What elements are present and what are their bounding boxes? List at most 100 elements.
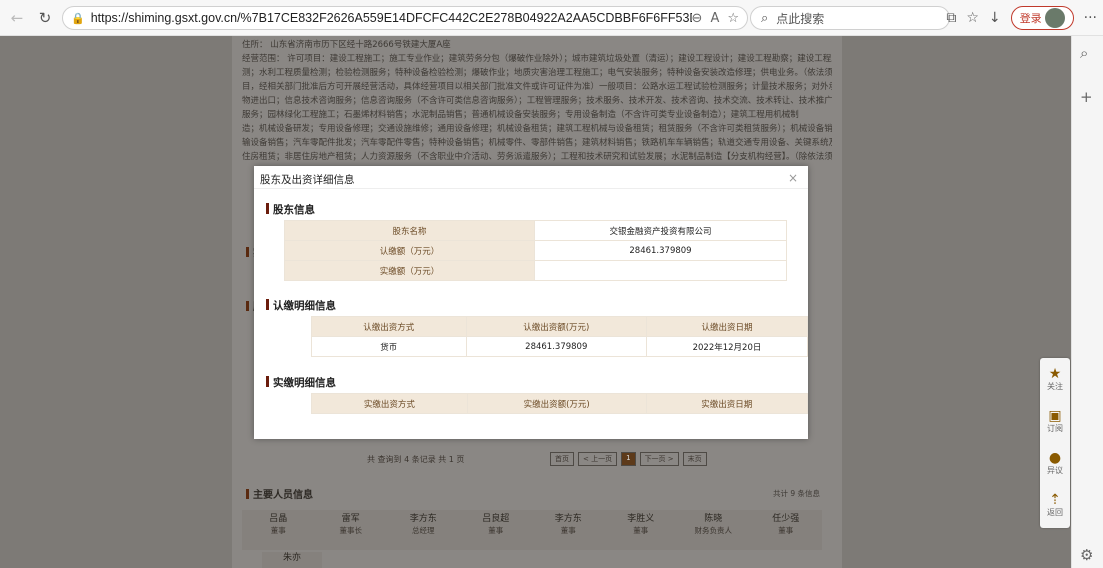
add-icon[interactable]: + <box>1080 88 1093 106</box>
dialog-title: 股东及出资详细信息 <box>260 174 355 186</box>
subscribed-detail-table: 认缴出资方式 认缴出资额(万元) 认缴出资日期 货币 28461.379809 … <box>311 316 809 357</box>
person-card[interactable]: 任少强 董事 <box>750 510 823 550</box>
subscribed-label: 认缴额（万元） <box>284 240 535 261</box>
objection-button[interactable]: ● 异议 <box>1040 442 1070 484</box>
scope-line: 造；机械设备研发；专用设备修理；交通设施维修；通用设备修理；机械设备租赁；建筑工… <box>242 124 832 134</box>
person-name: 陈晓 <box>704 514 723 524</box>
person-name: 李方东 <box>409 514 437 524</box>
back-arrow-icon[interactable]: ← <box>6 7 28 29</box>
page-1-button[interactable]: 1 <box>621 452 636 466</box>
search-icon: ⌕ <box>761 10 769 26</box>
floating-action-rail: ★ 关注 ▣ 订阅 ● 异议 ⇡ 返回 <box>1040 358 1070 528</box>
table-header-row: 认缴出资方式 认缴出资额(万元) 认缴出资日期 <box>311 316 809 337</box>
person-role: 董事 <box>633 526 649 535</box>
next-page-button[interactable]: 下一页 > <box>639 452 679 466</box>
column-header: 认缴出资额(万元) <box>465 316 647 337</box>
back-top-label: 返回 <box>1047 507 1063 517</box>
person-card[interactable]: 李方东 董事 <box>532 510 605 550</box>
favorite-star-icon[interactable]: ☆ <box>727 11 739 26</box>
person-role: 董事 <box>270 526 286 535</box>
scope-line: 服务；园林绿化工程施工；石墨烯材料销售；水泥制品销售；普通机械设备安装服务；专用… <box>242 110 799 120</box>
subscribe-label: 订阅 <box>1047 423 1063 433</box>
search-input[interactable]: ⌕ 点此搜索 <box>750 6 950 30</box>
person-name: 吕良超 <box>482 514 510 524</box>
table-cell: 2022年12月20日 <box>645 336 809 357</box>
read-aloud-icon[interactable]: A <box>710 11 719 26</box>
table-header-row: 实缴出资方式 实缴出资额(万元) 实缴出资日期 <box>311 393 808 414</box>
person-name: 朱亦 <box>282 553 301 563</box>
person-role: 财务负责人 <box>694 526 733 535</box>
shareholder-table: 股东名称 交银金融资产投资有限公司 认缴额（万元） 28461.379809 实… <box>284 220 787 281</box>
person-card[interactable]: 吕晶 董事 <box>242 510 315 550</box>
zoom-icon[interactable]: ⊖ <box>692 11 703 26</box>
column-header: 认缴出资日期 <box>645 316 809 337</box>
first-page-button[interactable]: 首页 <box>550 452 574 466</box>
extensions-icon[interactable]: ⧉ <box>946 10 956 26</box>
scope-line: 经营范围： 许可项目：建设工程施工；施工专业作业；建筑劳务分包（爆破作业除外）；… <box>242 54 832 64</box>
address-bar[interactable]: 🔒 https://shiming.gsxt.gov.cn/%7B17CE832… <box>62 6 748 30</box>
close-icon[interactable]: × <box>788 171 798 185</box>
subscribed-value: 28461.379809 <box>534 240 787 261</box>
follow-button[interactable]: ★ 关注 <box>1040 358 1070 400</box>
pager-text: 共 查询到 4 条记录 共 1 页 <box>367 455 465 464</box>
people-section-title: 主要人员信息 <box>246 486 313 501</box>
column-header: 认缴出资方式 <box>311 316 467 337</box>
avatar <box>1044 8 1065 28</box>
person-role: 董事 <box>560 526 576 535</box>
subscribe-button[interactable]: ▣ 订阅 <box>1040 400 1070 442</box>
last-page-button[interactable]: 末页 <box>682 452 707 466</box>
scope-line: 输设备销售；汽车零配件批发；汽车零配件零售；特种设备销售；机械零件、零部件销售；… <box>242 138 832 148</box>
search-icon[interactable]: ⌕ <box>1080 44 1088 62</box>
column-header: 实缴出资日期 <box>645 393 808 414</box>
person-name: 吕晶 <box>269 514 288 524</box>
browser-side-rail: ⌕ + ⚙ <box>1071 36 1103 568</box>
scope-line: 物进出口；信息技术咨询服务；信息咨询服务（不含许可类信息咨询服务）；工程管理服务… <box>242 96 832 106</box>
back-top-icon: ⇡ <box>1049 491 1061 508</box>
column-header: 实缴出资方式 <box>311 393 468 414</box>
chat-icon: ● <box>1048 449 1062 466</box>
download-icon[interactable]: ↓ <box>989 10 1001 26</box>
star-icon: ★ <box>1048 365 1062 382</box>
name-label: 股东名称 <box>284 220 535 241</box>
address-line: 住所： 山东省济南市历下区经十路2666号铁建大厦A座 <box>242 40 451 50</box>
login-button[interactable]: 登录 <box>1010 6 1074 30</box>
refresh-icon[interactable]: ↻ <box>34 7 56 29</box>
more-icon[interactable]: ··· <box>1084 10 1097 26</box>
browser-right-tools: ⧉ ☆ ↓ 登录 ··· <box>946 6 1097 30</box>
paid-section-title: 实缴明细信息 <box>266 375 336 390</box>
person-role: 总经理 <box>412 526 435 535</box>
prev-page-button[interactable]: < 上一页 <box>578 452 618 466</box>
bookmark-icon: ▣ <box>1048 407 1062 424</box>
person-role: 董事 <box>488 526 504 535</box>
person-card[interactable]: 雷军 董事长 <box>315 510 388 550</box>
search-placeholder: 点此搜索 <box>776 11 825 26</box>
person-name: 任少强 <box>772 514 800 524</box>
person-name: 李胜义 <box>627 514 655 524</box>
scope-line: 目，经相关部门批准后方可开展经营活动，具体经营项目以相关部门批准文件或许可证件为… <box>242 82 832 92</box>
table-cell: 货币 <box>311 336 467 357</box>
person-card[interactable]: 朱亦 <box>262 552 322 568</box>
settings-gear-icon[interactable]: ⚙ <box>1080 546 1093 564</box>
url-text: https://shiming.gsxt.gov.cn/%7B17CE832F2… <box>90 11 692 25</box>
table-row: 货币 28461.379809 2022年12月20日 <box>311 336 809 357</box>
person-card[interactable]: 李方东 总经理 <box>387 510 460 550</box>
person-card[interactable]: 吕良超 董事 <box>460 510 533 550</box>
back-top-button[interactable]: ⇡ 返回 <box>1040 484 1070 526</box>
scope-line: 住房租赁；非居住房地产租赁；人力资源服务（不含职业中介活动、劳务派遣服务）；工程… <box>242 152 832 162</box>
paid-value <box>534 260 787 281</box>
table-row: 实缴额（万元） <box>284 260 787 281</box>
people-list: 吕晶董事 雷军 董事长 李方东总经理 吕良超董事 李方东董事 李胜义董事 陈晓财务… <box>242 510 822 550</box>
objection-label: 异议 <box>1047 465 1063 475</box>
people-total: 共计 9 条信息 <box>772 489 820 498</box>
person-name: 李方东 <box>554 514 582 524</box>
login-label: 登录 <box>1019 12 1042 25</box>
favorites-icon[interactable]: ☆ <box>966 10 979 26</box>
person-name: 雷军 <box>341 514 360 524</box>
name-value: 交银金融资产投资有限公司 <box>534 220 787 241</box>
person-card[interactable]: 陈晓 财务负责人 <box>677 510 750 550</box>
paid-detail-table: 实缴出资方式 实缴出资额(万元) 实缴出资日期 <box>311 393 808 414</box>
person-card[interactable]: 李胜义 董事 <box>605 510 678 550</box>
person-role: 董事 <box>778 526 794 535</box>
subscribed-section-title: 认缴明细信息 <box>266 298 336 313</box>
pagination: 首页 < 上一页 1 下一页 > 末页 <box>550 452 707 466</box>
